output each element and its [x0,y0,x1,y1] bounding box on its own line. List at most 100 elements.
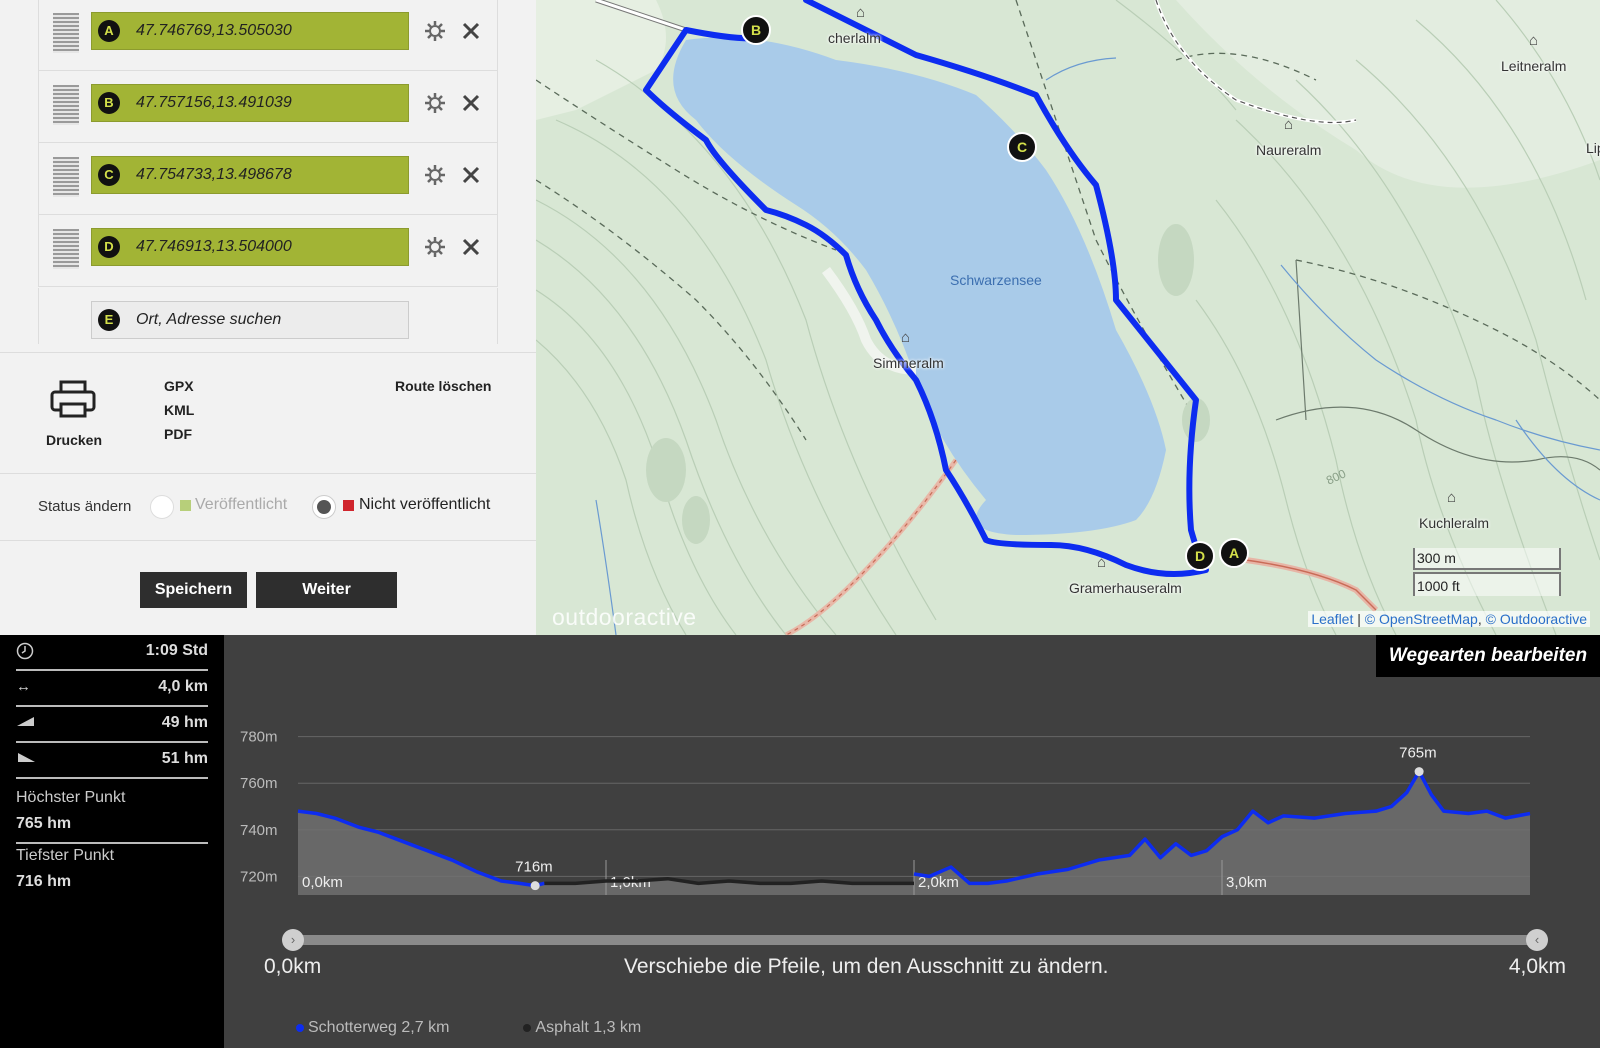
range-end-handle[interactable]: ‹ [1526,929,1548,951]
status-unpublished-swatch [343,500,354,511]
status-published-swatch [180,500,191,511]
route-marker-a[interactable]: A [1219,538,1249,568]
waypoint-coordinates: 47.746913,13.504000 [136,238,292,255]
close-icon[interactable] [459,91,483,115]
legend-swatch [296,1024,304,1032]
outdooractive-logo: outdooractive [552,604,697,630]
tour-stats-panel: 1:09 Std ↔ 4,0 km 49 hm 51 hm Höchster P… [0,635,224,1048]
range-start-handle[interactable]: › [282,929,304,951]
place-label: Naureralm [1256,142,1322,158]
route-marker-c[interactable]: C [1007,132,1037,162]
divider [0,540,536,541]
osm-link[interactable]: © OpenStreetMap [1365,611,1478,627]
divider [16,842,208,844]
next-button[interactable]: Weiter [256,572,397,608]
stat-duration: 1:09 Std [16,635,208,671]
hut-icon: ⌂ [1529,32,1539,49]
chevron-left-icon: ‹ [1534,932,1540,947]
range-start-label: 0,0km [264,955,322,978]
surface-legend: Schotterweg 2,7 km Asphalt 1,3 km [296,1019,715,1037]
leaflet-link[interactable]: Leaflet [1311,611,1353,627]
radio-selected-dot [317,500,331,514]
highest-point-value: 765 hm [16,815,72,832]
gear-icon[interactable] [423,91,447,115]
scale-metric: 300 m [1417,550,1456,566]
waypoint-coordinates: 47.757156,13.491039 [136,94,292,111]
y-tick-label: 720m [240,868,278,885]
waypoint-coordinate-field[interactable]: D 47.746913,13.504000 [91,228,409,266]
map-canvas [536,0,1600,635]
waypoint-row: B 47.757156,13.491039 [38,71,498,143]
elevation-point-marker [530,881,540,891]
delete-route-link[interactable]: Route löschen [395,378,491,394]
route-marker-b[interactable]: B [741,15,771,45]
range-hint: Verschiebe die Pfeile, um den Ausschnitt… [624,955,1109,978]
export-gpx-link[interactable]: GPX [164,378,194,394]
ascent-icon [17,717,34,726]
stat-ascent: 49 hm [16,707,208,743]
elevation-series-line [544,876,914,886]
place-label: Kuchleralm [1419,515,1490,531]
waypoint-coordinate-field[interactable]: A 47.746769,13.505030 [91,12,409,50]
waypoint-marker-a: A [98,20,120,42]
waypoint-coordinates: 47.746769,13.505030 [136,22,292,39]
waypoint-coordinate-field[interactable]: C 47.754733,13.498678 [91,156,409,194]
route-editor-panel: A 47.746769,13.505030 B 47.757156,13.491039… [0,0,536,635]
drag-handle-icon[interactable] [53,229,79,269]
hut-icon: ⌂ [1097,554,1107,571]
lowest-point-value: 716 hm [16,873,72,890]
place-label: Simmeralm [873,355,944,371]
range-slider-track[interactable] [286,935,1544,945]
waypoint-marker-c: C [98,164,120,186]
distance-value: 4,0 km [158,678,208,695]
attribution-separator: , [1477,611,1486,627]
hut-icon: ⌂ [901,329,911,346]
save-button[interactable]: Speichern [140,572,247,608]
drag-handle-icon[interactable] [53,157,79,197]
place-label: Leitneralm [1501,58,1567,74]
x-tick-label: 3,0km [1226,874,1267,891]
waypoint-search-row: E Ort, Adresse suchen [38,288,498,344]
status-unpublished-radio[interactable] [312,495,336,519]
elevation-annotation: 716m [515,859,553,876]
outdooractive-link[interactable]: © Outdooractive [1486,611,1587,627]
print-button[interactable]: Drucken [44,380,106,450]
location-search-field[interactable]: E Ort, Adresse suchen [91,301,409,339]
gear-icon[interactable] [423,235,447,259]
legend-swatch [523,1024,532,1032]
y-tick-label: 740m [240,822,278,839]
distance-arrows-icon: ↔ [16,678,31,695]
waypoint-marker-d: D [98,236,120,258]
hut-icon: ⌂ [856,4,866,21]
waypoint-coordinate-field[interactable]: B 47.757156,13.491039 [91,84,409,122]
waypoint-row: D 47.746913,13.504000 [38,215,498,287]
route-map[interactable]: A B C D Schwarzensee ⌂ cherlalm ⌂ Leitneralm ⌂ N… [536,0,1600,635]
export-pdf-link[interactable]: PDF [164,426,192,442]
drag-handle-icon[interactable] [53,13,79,53]
gear-icon[interactable] [423,163,447,187]
place-label: Gramerhauseralm [1069,580,1182,596]
map-attribution: Leaflet | © OpenStreetMap, © Outdooracti… [1308,611,1590,627]
route-marker-d[interactable]: D [1185,541,1215,571]
place-label: Lip [1586,140,1600,156]
duration-value: 1:09 Std [145,642,208,659]
lowest-point-label: Tiefster Punkt [16,847,115,864]
y-tick-label: 780m [240,729,278,746]
drag-handle-icon[interactable] [53,85,79,125]
ascent-value: 49 hm [161,714,208,731]
waypoint-marker-e: E [98,309,120,331]
stat-descent: 51 hm [16,743,208,779]
close-icon[interactable] [459,19,483,43]
map-scale: 300 m 1000 ft [1413,548,1563,598]
close-icon[interactable] [459,235,483,259]
elevation-chart[interactable]: 720m740m760m780m0,0km 1,0km 2,0km 3,0km716m… [224,635,1600,935]
export-kml-link[interactable]: KML [164,402,194,418]
gear-icon[interactable] [423,19,447,43]
waypoint-marker-b: B [98,92,120,114]
printer-icon [50,380,96,418]
close-icon[interactable] [459,163,483,187]
hut-icon: ⌂ [1284,116,1294,133]
elevation-point-marker [1414,767,1424,777]
place-label: cherlalm [828,30,881,46]
status-published-radio[interactable] [150,495,174,519]
